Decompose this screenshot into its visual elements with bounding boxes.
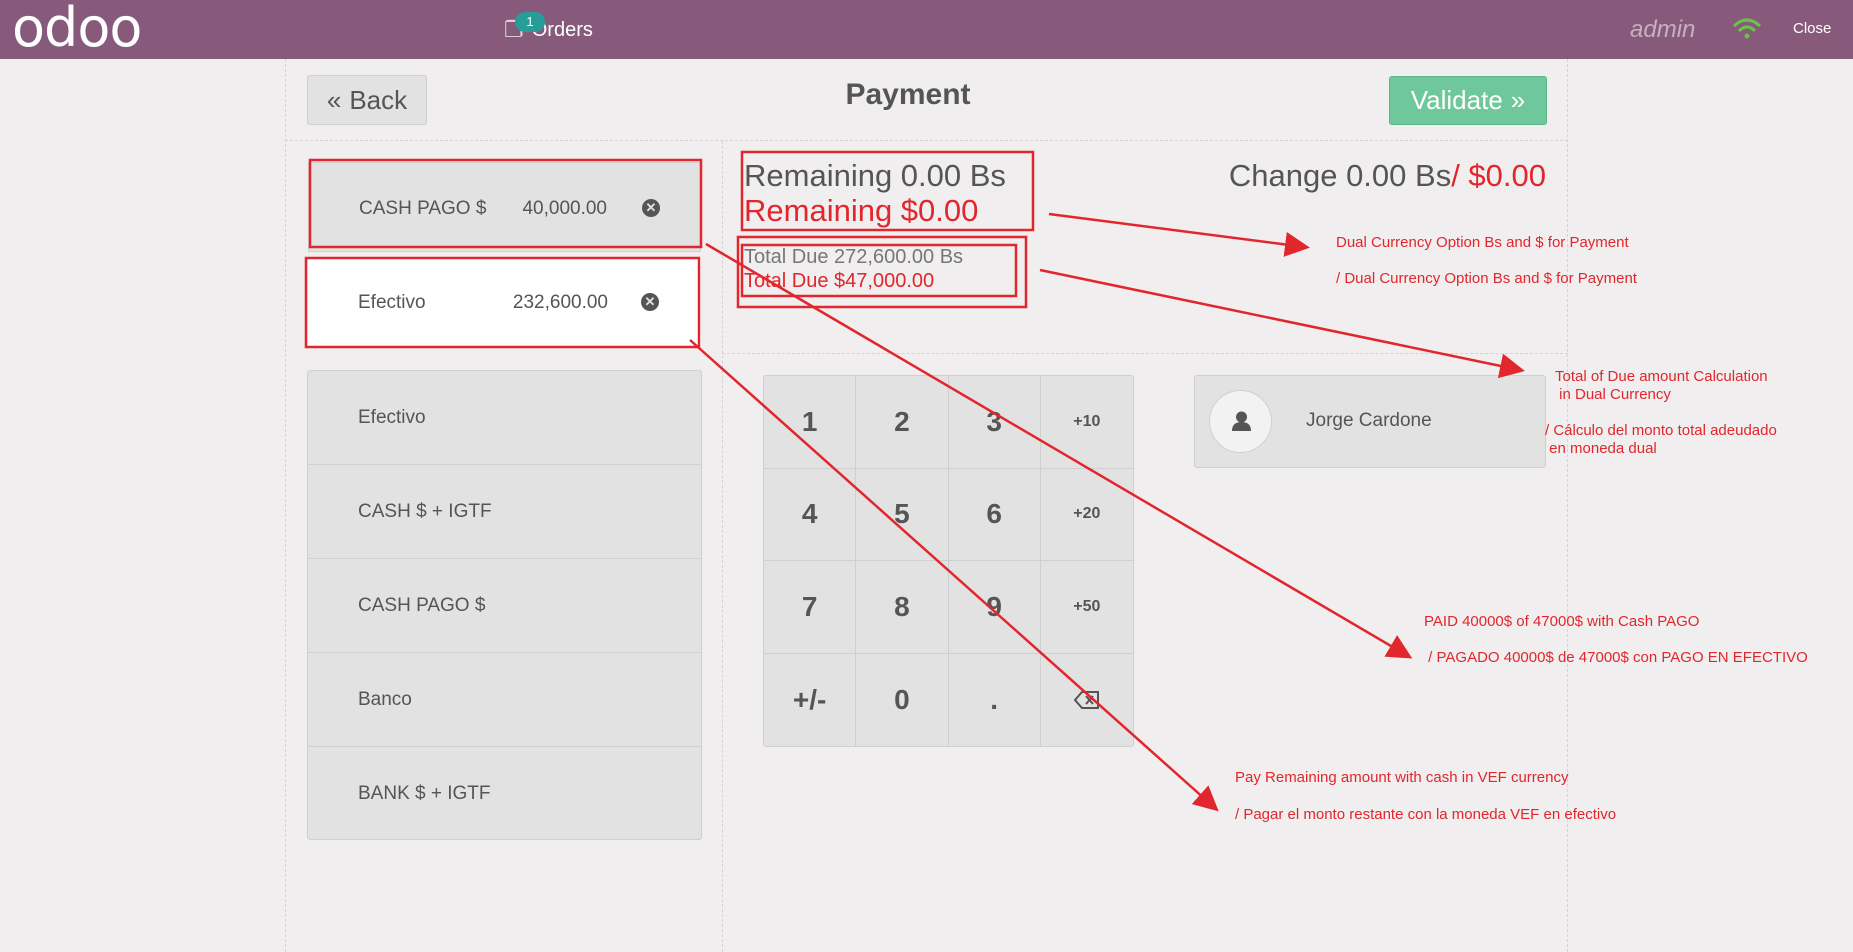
annotation-text: Pay Remaining amount with cash in VEF cu… bbox=[1235, 769, 1569, 786]
annotation-text: en moneda dual bbox=[1545, 440, 1657, 457]
annotation-text: Dual Currency Option Bs and $ for Paymen… bbox=[1336, 234, 1629, 251]
annotation-text: / Cálculo del monto total adeudado bbox=[1545, 422, 1777, 439]
highlight-box bbox=[308, 158, 703, 249]
annotation-arrow bbox=[689, 339, 1219, 812]
annotation-text: / PAGADO 40000$ de 47000$ con PAGO EN EF… bbox=[1424, 649, 1808, 666]
annotation-text: Total of Due amount Calculation bbox=[1555, 368, 1768, 385]
annotation-text: PAID 40000$ of 47000$ with Cash PAGO bbox=[1424, 613, 1700, 630]
highlight-box bbox=[740, 150, 1035, 232]
annotation-text: / Dual Currency Option Bs and $ for Paym… bbox=[1336, 270, 1637, 287]
annotation-text: in Dual Currency bbox=[1555, 386, 1671, 403]
annotation-text: / Pagar el monto restante con la moneda … bbox=[1235, 806, 1617, 823]
annotation-arrow bbox=[1048, 212, 1310, 257]
highlight-box bbox=[304, 256, 701, 349]
annotation-arrow bbox=[705, 242, 1413, 659]
